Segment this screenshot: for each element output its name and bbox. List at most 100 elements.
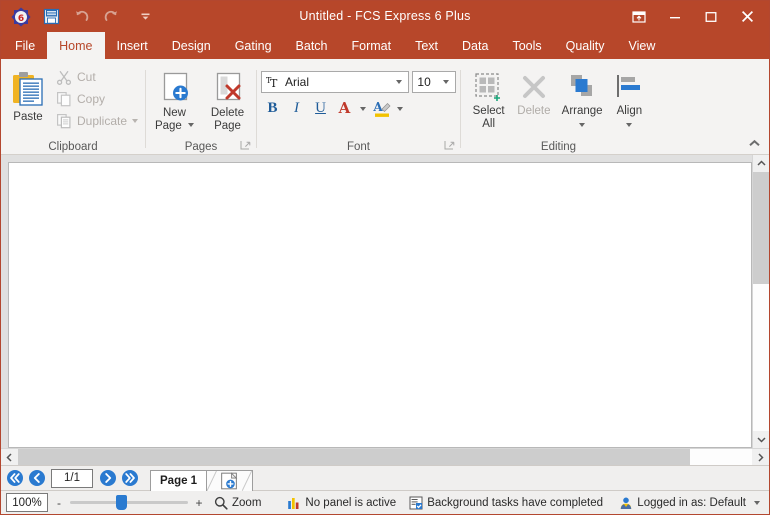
- collapse-ribbon-button[interactable]: [745, 135, 763, 151]
- tab-data[interactable]: Data: [450, 32, 500, 59]
- select-all-label-line1: Select: [473, 105, 505, 117]
- delete-page-button[interactable]: Delete Page: [204, 66, 251, 134]
- minimize-button[interactable]: [657, 1, 693, 32]
- background-tasks-status[interactable]: Background tasks have completed: [405, 493, 607, 513]
- select-all-button[interactable]: Select All: [466, 66, 511, 132]
- tab-format[interactable]: Format: [340, 32, 404, 59]
- font-dialog-launcher[interactable]: [444, 140, 456, 152]
- close-button[interactable]: [729, 1, 765, 32]
- zoom-out-button[interactable]: -: [53, 496, 65, 510]
- add-page-icon: [207, 470, 252, 491]
- document-page[interactable]: [8, 162, 752, 448]
- scroll-down-button[interactable]: [753, 431, 769, 448]
- login-dropdown-arrow-icon[interactable]: [754, 501, 760, 505]
- cut-button[interactable]: Cut: [51, 66, 143, 88]
- ribbon-display-options-button[interactable]: [621, 1, 657, 32]
- align-dropdown-arrow-icon[interactable]: [626, 123, 632, 127]
- text-highlight-dropdown-arrow[interactable]: [394, 97, 406, 120]
- next-page-button[interactable]: [98, 469, 117, 488]
- tab-batch[interactable]: Batch: [284, 32, 340, 59]
- bar-chart-icon: [287, 496, 301, 510]
- undo-arrow-icon: [73, 8, 90, 25]
- tab-gating[interactable]: Gating: [223, 32, 284, 59]
- application-window: 6: [0, 0, 770, 515]
- font-size-combobox[interactable]: 10: [412, 71, 456, 93]
- zoom-slider-rail: [70, 501, 188, 504]
- scroll-left-button[interactable]: [1, 449, 18, 465]
- duplicate-button[interactable]: Duplicate: [51, 110, 143, 132]
- text-highlight-button[interactable]: A: [370, 97, 393, 120]
- tab-tools[interactable]: Tools: [500, 32, 553, 59]
- scroll-up-button[interactable]: [753, 155, 769, 172]
- magnifier-icon: [214, 496, 228, 510]
- zoom-level-input[interactable]: 100%: [6, 493, 48, 512]
- copy-button[interactable]: Copy: [51, 88, 143, 110]
- select-all-icon: [474, 72, 504, 102]
- zoom-in-button[interactable]: +: [193, 496, 205, 510]
- new-page-label-line1: New: [163, 107, 186, 119]
- canvas-viewport[interactable]: [1, 155, 752, 448]
- zoom-slider-handle[interactable]: [116, 495, 127, 510]
- text-highlight-icon: A: [371, 99, 392, 119]
- background-tasks-label: Background tasks have completed: [427, 497, 603, 509]
- tab-design[interactable]: Design: [160, 32, 223, 59]
- align-button[interactable]: Align: [608, 66, 651, 132]
- maximize-icon: [705, 11, 717, 23]
- last-page-button[interactable]: [120, 469, 139, 488]
- double-chevron-left-icon: [6, 469, 24, 487]
- undo-button[interactable]: [68, 5, 94, 29]
- vertical-scrollbar[interactable]: [752, 155, 769, 448]
- paste-button[interactable]: Paste: [9, 64, 47, 125]
- first-page-button[interactable]: [5, 469, 24, 488]
- panel-status[interactable]: No panel is active: [283, 493, 400, 513]
- font-selectors: T T Arial 10: [257, 68, 460, 93]
- new-page-dropdown-arrow-icon[interactable]: [188, 123, 194, 127]
- previous-page-button[interactable]: [27, 469, 46, 488]
- duplicate-dropdown-arrow-icon[interactable]: [132, 119, 138, 123]
- page-tab-page-1[interactable]: Page 1: [150, 470, 207, 491]
- font-color-button[interactable]: A: [333, 97, 356, 120]
- login-status[interactable]: Logged in as: Default: [615, 493, 764, 513]
- ribbon: Paste Cut: [1, 59, 769, 155]
- italic-button[interactable]: I: [285, 97, 308, 120]
- font-size-dropdown-arrow[interactable]: [439, 80, 453, 84]
- arrange-dropdown-arrow-icon[interactable]: [579, 123, 585, 127]
- arrange-button[interactable]: Arrange: [557, 66, 608, 132]
- title-bar: 6: [1, 1, 769, 32]
- font-name-combobox[interactable]: T T Arial: [261, 71, 409, 93]
- zoom-tool-button[interactable]: Zoom: [210, 493, 265, 513]
- tab-view[interactable]: View: [617, 32, 668, 59]
- add-page-button[interactable]: [207, 470, 253, 491]
- zoom-slider[interactable]: [70, 493, 188, 512]
- new-page-button[interactable]: New Page: [151, 66, 198, 134]
- font-color-dropdown-arrow[interactable]: [357, 97, 369, 120]
- panel-status-label: No panel is active: [305, 497, 396, 509]
- tab-quality[interactable]: Quality: [554, 32, 617, 59]
- tab-home[interactable]: Home: [47, 32, 104, 59]
- underline-button[interactable]: U: [309, 97, 332, 120]
- delete-button[interactable]: Delete: [511, 66, 556, 119]
- ribbon-tab-bar: File Home Insert Design Gating Batch For…: [1, 32, 769, 59]
- app-logo[interactable]: 6: [8, 5, 34, 29]
- redo-button[interactable]: [98, 5, 124, 29]
- vertical-scroll-track[interactable]: [753, 172, 769, 431]
- save-button[interactable]: [38, 5, 64, 29]
- bold-button[interactable]: B: [261, 97, 284, 120]
- tab-insert[interactable]: Insert: [105, 32, 160, 59]
- ribbon-group-font: T T Arial 10: [257, 59, 460, 155]
- maximize-button[interactable]: [693, 1, 729, 32]
- tab-file[interactable]: File: [3, 32, 47, 59]
- horizontal-scrollbar[interactable]: [1, 448, 769, 465]
- font-size-value: 10: [417, 75, 439, 89]
- customize-quick-access-button[interactable]: [132, 5, 158, 29]
- pages-dialog-launcher[interactable]: [240, 140, 252, 152]
- vertical-scroll-thumb[interactable]: [753, 172, 769, 284]
- horizontal-scroll-thumb[interactable]: [18, 449, 690, 465]
- horizontal-scroll-track[interactable]: [18, 449, 752, 465]
- arrange-shapes-icon: [567, 72, 597, 102]
- tab-text[interactable]: Text: [403, 32, 450, 59]
- font-name-dropdown-arrow[interactable]: [392, 80, 406, 84]
- window-controls: [621, 1, 769, 32]
- page-number-input[interactable]: 1/1: [51, 469, 93, 488]
- scroll-right-button[interactable]: [752, 449, 769, 465]
